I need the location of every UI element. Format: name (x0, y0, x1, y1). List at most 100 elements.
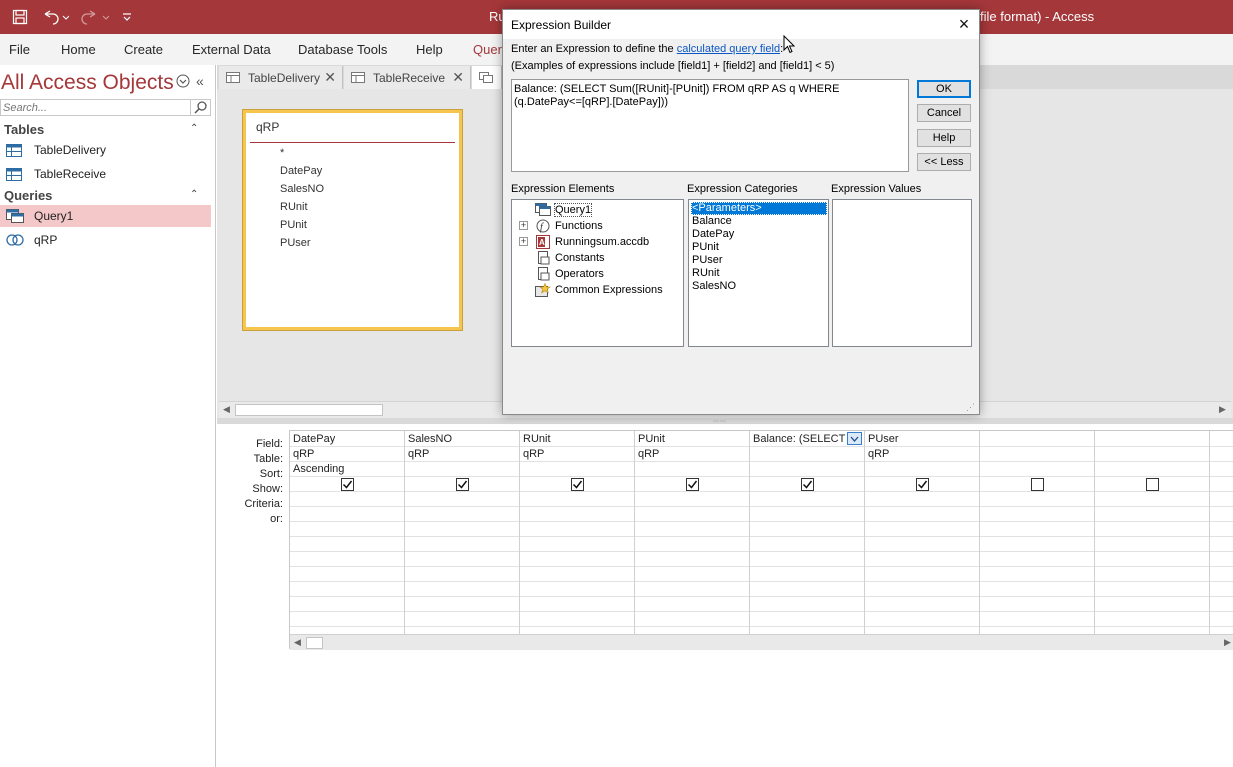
ok-button[interactable]: OK (917, 80, 971, 98)
close-tab-icon[interactable]: ✕ (452, 69, 464, 86)
less-button[interactable]: << Less (917, 153, 971, 171)
table-cell[interactable]: qRP (523, 448, 544, 460)
scroll-left-icon[interactable]: ◀ (223, 404, 230, 415)
field-list-item[interactable]: PUnit (280, 219, 307, 231)
tree-item-database[interactable]: A Runningsum.accdb (534, 234, 649, 249)
help-button[interactable]: Help (917, 129, 971, 147)
tab-file[interactable]: File (9, 42, 30, 57)
doc-tab-query1[interactable] (472, 66, 502, 89)
nav-item-tablereceive[interactable]: TableReceive (0, 163, 211, 185)
show-checkbox[interactable] (341, 478, 354, 491)
grid-column-datepay[interactable]: DatePay qRP Ascending (290, 431, 405, 634)
field-list-item[interactable]: * (280, 147, 284, 159)
grid-column-balance[interactable]: Balance: (SELECT S (750, 431, 865, 634)
show-checkbox[interactable] (686, 478, 699, 491)
collapse-group-icon[interactable]: ⌃ (190, 123, 198, 134)
expression-values-list[interactable] (832, 199, 972, 347)
field-list-qrp[interactable]: qRP * DatePay SalesNO RUnit PUnit PUser (242, 109, 463, 331)
save-icon[interactable] (10, 7, 30, 27)
nav-group-tables[interactable]: Tables (4, 122, 44, 137)
tree-item-functions[interactable]: f Functions (534, 218, 603, 233)
nav-item-qrp[interactable]: qRP (0, 229, 211, 251)
tab-external-data[interactable]: External Data (192, 42, 271, 57)
table-cell[interactable]: qRP (638, 448, 659, 460)
category-item-balance[interactable]: Balance (691, 215, 827, 228)
scrollbar-thumb[interactable] (235, 404, 383, 416)
tree-item-constants[interactable]: Constants (534, 250, 605, 265)
cancel-button[interactable]: Cancel (917, 104, 971, 122)
grid-column-runit[interactable]: RUnit qRP (520, 431, 635, 634)
calculated-query-field-link[interactable]: calculated query field (677, 43, 780, 55)
scroll-left-icon[interactable]: ◀ (294, 637, 301, 648)
field-cell[interactable]: RUnit (523, 433, 551, 445)
field-list-item[interactable]: RUnit (280, 201, 308, 213)
nav-item-query1[interactable]: Query1 (0, 205, 211, 227)
field-cell[interactable]: PUnit (638, 433, 665, 445)
search-icon[interactable] (191, 99, 211, 116)
doc-tab-tablereceive[interactable]: TableReceive ✕ (344, 66, 471, 89)
table-cell[interactable]: qRP (868, 448, 889, 460)
field-list-item[interactable]: PUser (280, 237, 311, 249)
tab-create[interactable]: Create (124, 42, 163, 57)
grid-column-puser[interactable]: PUser qRP (865, 431, 980, 634)
close-tab-icon[interactable]: ✕ (324, 69, 336, 86)
tree-item-common-expressions[interactable]: Common Expressions (534, 282, 663, 297)
category-item-parameters[interactable]: <Parameters> (691, 202, 827, 215)
field-list-item[interactable]: SalesNO (280, 183, 324, 195)
tab-database-tools[interactable]: Database Tools (298, 42, 387, 57)
nav-search-input[interactable] (0, 99, 191, 116)
show-checkbox[interactable] (571, 478, 584, 491)
expression-categories-list[interactable]: <Parameters> Balance DatePay PUnit PUser… (688, 199, 829, 347)
expression-elements-tree[interactable]: Query1 + f Functions + A Runningsum.accd… (511, 199, 684, 347)
show-checkbox[interactable] (1031, 478, 1044, 491)
scrollbar-thumb[interactable] (306, 637, 323, 649)
field-list-item[interactable]: DatePay (280, 165, 322, 177)
tab-home[interactable]: Home (61, 42, 96, 57)
dialog-title-bar[interactable]: Expression Builder × (503, 10, 979, 39)
table-cell[interactable]: qRP (293, 448, 314, 460)
undo-icon[interactable] (40, 7, 70, 27)
field-cell[interactable]: DatePay (293, 433, 335, 445)
doc-tab-tabledelivery[interactable]: TableDelivery ✕ (219, 66, 343, 89)
nav-item-tabledelivery[interactable]: TableDelivery (0, 139, 211, 161)
expression-input[interactable]: Balance: (SELECT Sum([RUnit]-[PUnit]) FR… (511, 79, 909, 172)
grid-column-empty[interactable] (1095, 431, 1210, 634)
close-icon[interactable]: × (955, 15, 973, 34)
category-item-puser[interactable]: PUser (691, 254, 827, 267)
nav-menu-dropdown-icon[interactable] (176, 74, 190, 91)
show-checkbox[interactable] (1146, 478, 1159, 491)
field-cell[interactable]: SalesNO (408, 433, 452, 445)
field-dropdown-icon[interactable] (847, 432, 862, 445)
category-item-salesno[interactable]: SalesNO (691, 280, 827, 293)
grid-scrollbar[interactable]: ◀ ▶ (290, 634, 1233, 650)
collapse-group-icon[interactable]: ⌃ (190, 189, 198, 200)
nav-collapse-icon[interactable]: « (196, 73, 204, 89)
redo-icon[interactable] (80, 7, 110, 27)
category-item-punit[interactable]: PUnit (691, 241, 827, 254)
field-cell[interactable]: Balance: (SELECT S (753, 433, 847, 445)
grid-column-salesno[interactable]: SalesNO qRP (405, 431, 520, 634)
sort-cell[interactable]: Ascending (293, 463, 344, 475)
tab-query-design[interactable]: Quer (473, 42, 502, 57)
field-cell[interactable]: PUser (868, 433, 899, 445)
grid-column-empty[interactable] (980, 431, 1095, 634)
customize-qat-icon[interactable] (120, 7, 134, 27)
table-cell[interactable]: qRP (408, 448, 429, 460)
show-checkbox[interactable] (801, 478, 814, 491)
scroll-right-icon[interactable]: ▶ (1219, 404, 1226, 415)
resize-grip-icon[interactable]: ⋰ (966, 402, 975, 413)
tab-help[interactable]: Help (416, 42, 443, 57)
category-item-runit[interactable]: RUnit (691, 267, 827, 280)
show-checkbox[interactable] (456, 478, 469, 491)
show-checkbox[interactable] (916, 478, 929, 491)
nav-pane-title[interactable]: All Access Objects (1, 71, 174, 95)
expand-icon[interactable]: + (519, 221, 528, 230)
nav-group-queries[interactable]: Queries (4, 188, 52, 203)
category-item-datepay[interactable]: DatePay (691, 228, 827, 241)
tree-item-operators[interactable]: Operators (534, 266, 604, 281)
tree-item-query1[interactable]: Query1 (534, 202, 593, 217)
scroll-right-icon[interactable]: ▶ (1224, 637, 1231, 648)
grid-column-punit[interactable]: PUnit qRP (635, 431, 750, 634)
select-query-icon (6, 209, 26, 223)
expand-icon[interactable]: + (519, 237, 528, 246)
